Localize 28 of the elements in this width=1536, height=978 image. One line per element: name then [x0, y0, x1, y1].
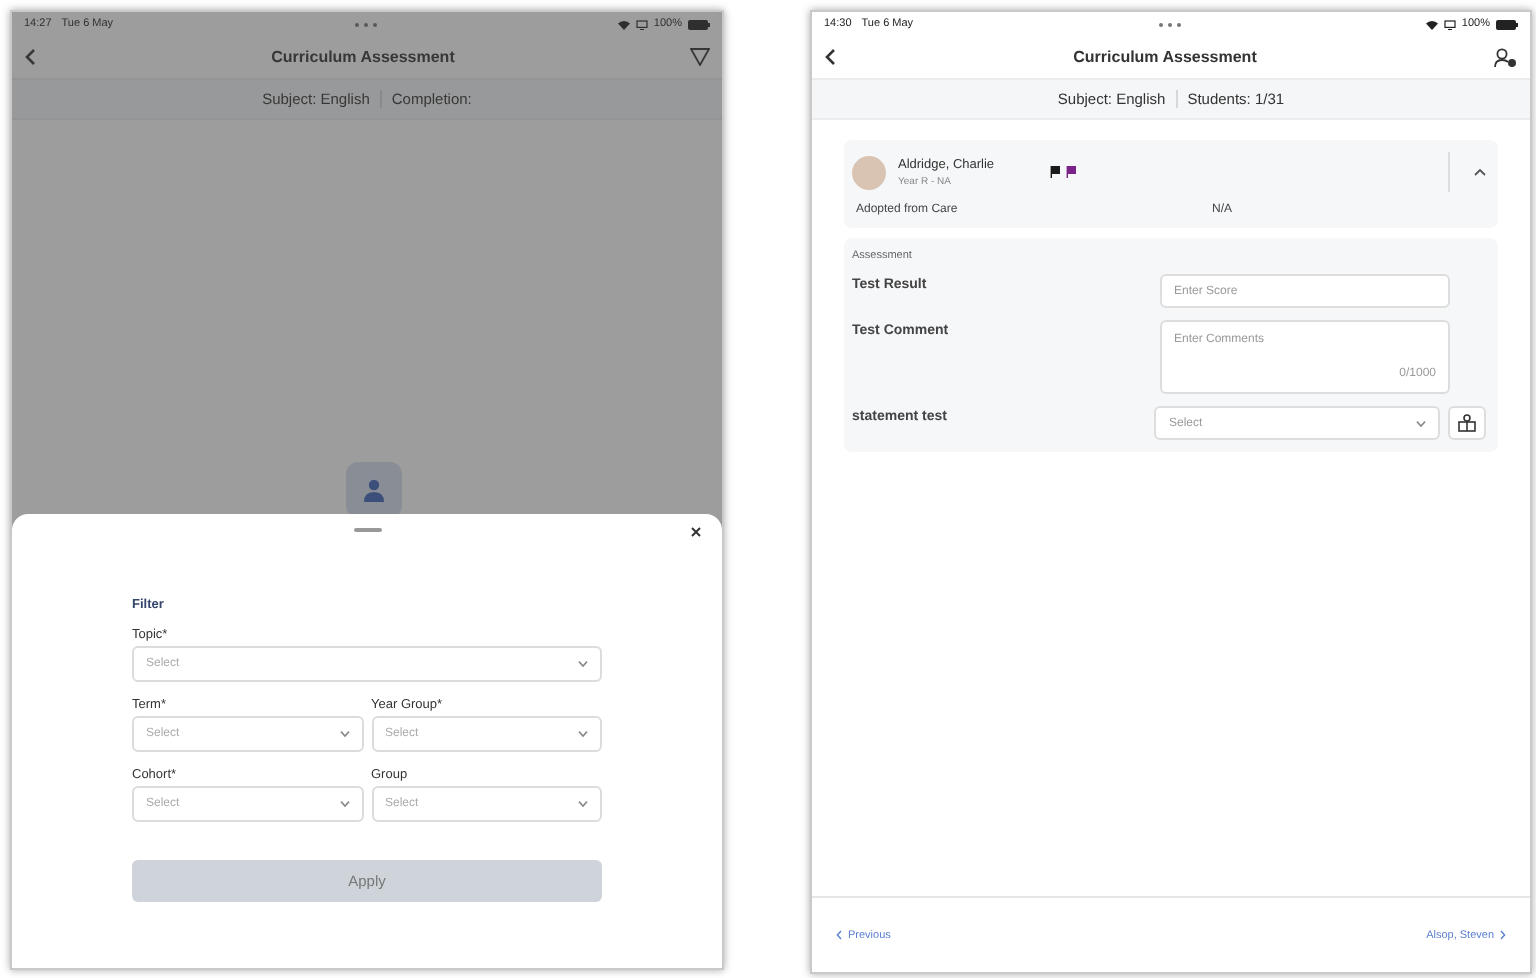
chevron-down-icon [339, 800, 349, 808]
chevron-down-icon [578, 800, 588, 808]
person-icon [362, 478, 386, 502]
chevron-down-icon [578, 660, 588, 668]
more-dots-icon [1157, 21, 1182, 27]
bank-button[interactable] [1448, 406, 1486, 440]
box-icon [1458, 414, 1477, 432]
wifi-icon [617, 19, 630, 29]
screen-title: Curriculum Assessment [271, 48, 455, 66]
screen-title: Curriculum Assessment [1073, 48, 1257, 66]
battery-icon [688, 19, 710, 29]
battery-icon [1496, 19, 1518, 29]
chevron-left-icon [836, 930, 842, 940]
more-dots-icon [353, 21, 378, 27]
wifi-icon [1425, 19, 1438, 29]
chevron-down-icon [1416, 419, 1427, 427]
filter-button[interactable] [689, 48, 710, 66]
sheet-handle[interactable] [353, 528, 381, 532]
avatar-placeholder [852, 155, 886, 189]
chevron-down-icon [578, 730, 588, 738]
user-settings-button[interactable] [1493, 47, 1518, 67]
close-button[interactable] [690, 524, 702, 542]
screen-icon [635, 19, 648, 29]
screen-icon [1443, 19, 1456, 29]
chevron-down-icon [339, 730, 349, 738]
collapse-button[interactable] [1474, 168, 1486, 176]
back-button[interactable] [824, 48, 836, 66]
chevron-right-icon [1500, 930, 1506, 940]
